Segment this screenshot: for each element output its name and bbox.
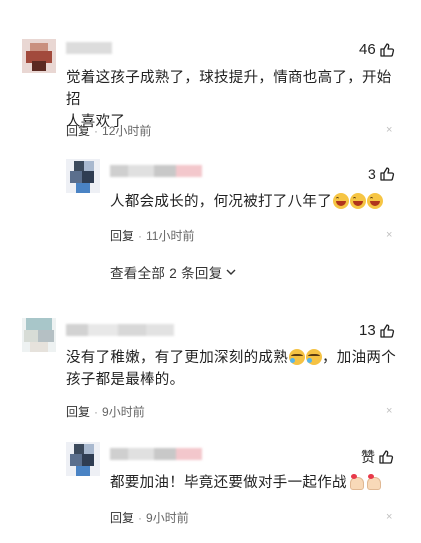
like-button[interactable]: 赞 <box>361 447 394 467</box>
laughing-emoji-icon <box>350 193 366 209</box>
separator-dot: · <box>138 228 143 243</box>
separator-dot: · <box>138 510 143 525</box>
timestamp: 9小时前 <box>146 511 189 525</box>
like-button[interactable]: 46 <box>359 41 395 58</box>
see-all-replies-label: 查看全部 2 条回复 <box>110 266 223 281</box>
praying-hands-emoji-icon <box>348 474 364 490</box>
thumbs-up-icon <box>379 450 394 464</box>
like-count: 3 <box>368 166 376 182</box>
timestamp: 12小时前 <box>102 124 152 138</box>
praying-hands-emoji-icon <box>365 474 381 490</box>
username-blurred[interactable] <box>66 324 174 336</box>
close-icon[interactable]: × <box>386 405 392 417</box>
timestamp: 11小时前 <box>146 229 195 243</box>
avatar[interactable] <box>22 318 56 352</box>
like-count: 46 <box>359 41 376 58</box>
comment-text-line: 觉着这孩子成熟了，球技提升，情商也高了，开始招 <box>66 70 392 108</box>
comment-text-line: 孩子都是最棒的。 <box>66 372 185 388</box>
avatar[interactable] <box>22 39 56 73</box>
like-label: 赞 <box>361 449 375 465</box>
chevron-down-icon <box>226 269 236 275</box>
avatar[interactable] <box>66 159 100 193</box>
username-blurred[interactable] <box>110 448 202 460</box>
reply-text: 都要加油！毕竟还要做对手一起作战 <box>110 472 410 494</box>
comment-text: 没有了稚嫩，有了更加深刻的成熟 ，加油两个 孩子都是最棒的。 <box>66 347 411 391</box>
like-button[interactable]: 13 <box>359 322 395 339</box>
reply-button[interactable]: 回复 <box>110 227 134 244</box>
reply-meta: 回复 · 9小时前 <box>110 509 189 526</box>
username-blurred[interactable] <box>110 165 202 177</box>
laughing-emoji-icon <box>333 193 349 209</box>
reply-text: 人都会成长的，何况被打了八年了 <box>110 191 410 213</box>
reply-button[interactable]: 回复 <box>66 403 90 420</box>
avatar[interactable] <box>66 442 100 476</box>
comment-text-line: 没有了稚嫩，有了更加深刻的成熟 ，加油两个 <box>66 347 411 369</box>
reply-button[interactable]: 回复 <box>110 509 134 526</box>
comment-text-part: 没有了稚嫩，有了更加深刻的成熟 <box>66 350 288 366</box>
reply-text-content: 人都会成长的，何况被打了八年了 <box>110 194 332 210</box>
close-icon[interactable]: × <box>386 511 392 523</box>
like-button[interactable]: 3 <box>368 166 395 182</box>
username-blurred[interactable] <box>66 42 112 54</box>
thumbs-up-icon <box>380 42 394 57</box>
comment-item: 13 没有了稚嫩，有了更加深刻的成熟 ，加油两个 孩子都是最棒的。 回复 · 9小… <box>0 300 421 543</box>
reply-button[interactable]: 回复 <box>66 122 90 139</box>
close-icon[interactable]: × <box>386 229 392 241</box>
crying-emoji-icon <box>289 349 305 365</box>
comment-meta: 回复 · 9小时前 <box>66 403 145 420</box>
see-all-replies-button[interactable]: 查看全部 2 条回复 <box>110 262 236 282</box>
laughing-emoji-icon <box>367 193 383 209</box>
reply-meta: 回复 · 11小时前 <box>110 227 194 244</box>
separator-dot: · <box>94 123 99 138</box>
close-icon[interactable]: × <box>386 124 392 136</box>
reply-text-content: 都要加油！毕竟还要做对手一起作战 <box>110 475 347 491</box>
thumbs-up-icon <box>380 323 394 338</box>
timestamp: 9小时前 <box>102 405 145 419</box>
thumbs-up-icon <box>380 167 394 181</box>
comment-text-part: ，加油两个 <box>322 350 396 366</box>
separator-dot: · <box>94 404 99 419</box>
comment-item: 46 觉着这孩子成熟了，球技提升，情商也高了，开始招 人喜欢了 回复 · 12小… <box>0 0 421 300</box>
comment-meta: 回复 · 12小时前 <box>66 122 151 139</box>
crying-emoji-icon <box>306 349 322 365</box>
like-count: 13 <box>359 322 376 339</box>
